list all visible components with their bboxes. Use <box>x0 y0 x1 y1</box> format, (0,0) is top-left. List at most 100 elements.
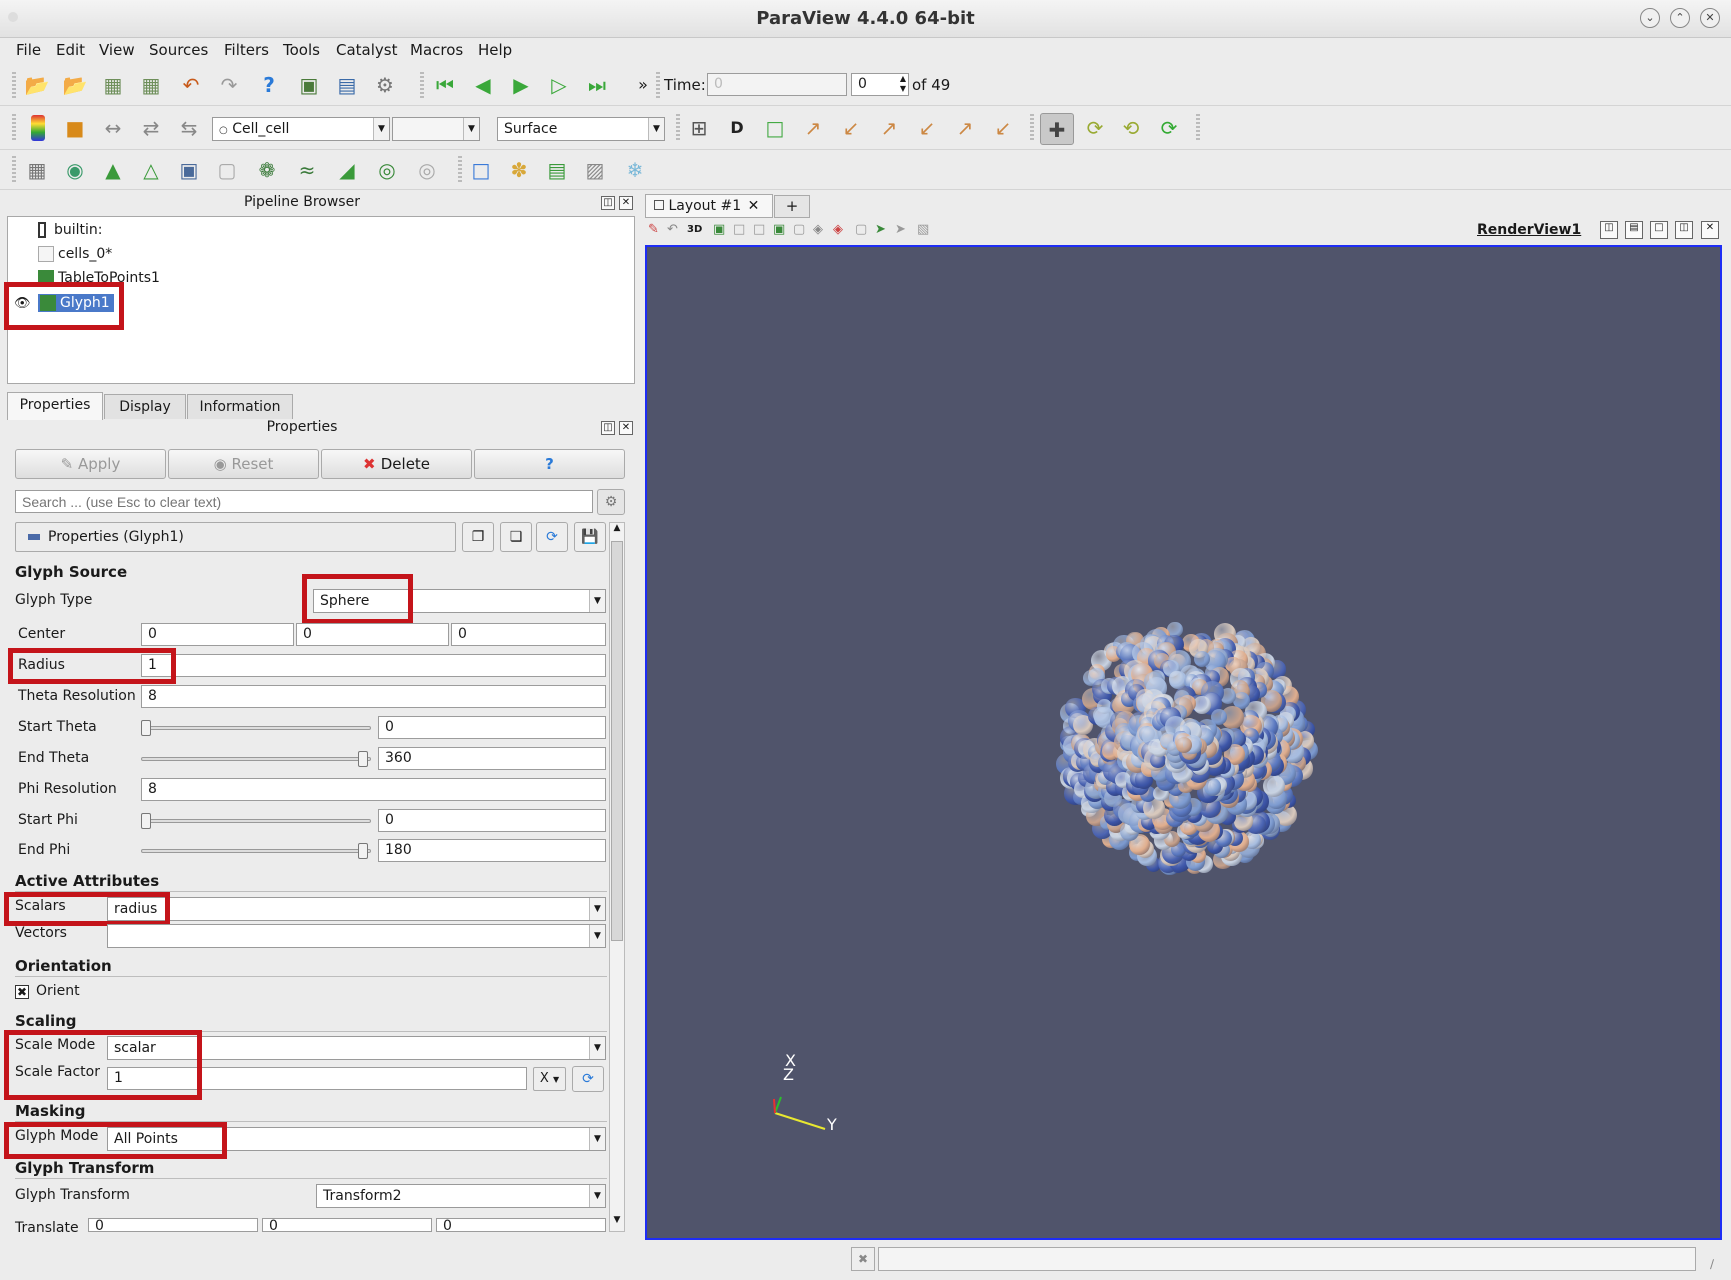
view-minus-z-icon[interactable]: ↙ <box>990 115 1016 141</box>
rotate-minus-90-icon[interactable]: ⟲ <box>1118 115 1144 141</box>
extract-level-icon[interactable]: ◎ <box>414 157 440 183</box>
end-phi-slider-handle[interactable] <box>358 843 368 859</box>
theta-resolution-field[interactable]: 8 <box>141 685 606 708</box>
close-tab-icon[interactable]: ✕ <box>748 198 760 214</box>
calculator-icon[interactable]: ▦ <box>24 157 50 183</box>
next-frame-icon[interactable]: ▷ <box>546 72 572 98</box>
center-z-field[interactable]: 0 <box>451 623 606 646</box>
menu-sources[interactable]: Sources <box>149 41 208 59</box>
split-vertical-icon[interactable]: ▤ <box>1625 221 1643 239</box>
scalars-combo[interactable]: radius ▼ <box>107 897 606 921</box>
menu-file[interactable]: File <box>16 41 41 59</box>
toolbar-grip[interactable] <box>420 72 424 98</box>
end-theta-field[interactable]: 360 <box>378 747 606 770</box>
threshold-icon[interactable]: ▣ <box>176 157 202 183</box>
scrollbar-thumb[interactable] <box>611 541 623 941</box>
glyph-mode-combo[interactable]: All Points ▼ <box>107 1127 606 1151</box>
toolbar-grip[interactable] <box>1030 114 1034 142</box>
hover-points-icon[interactable]: ➤ <box>875 222 886 237</box>
undock-view-icon[interactable]: ◫ <box>1675 221 1693 239</box>
menu-tools[interactable]: Tools <box>283 41 320 59</box>
clip-icon[interactable]: ▲ <box>100 157 126 183</box>
stream-tracer-icon[interactable]: ≈ <box>294 157 320 183</box>
rotate-plus-90-icon[interactable]: ⟳ <box>1082 115 1108 141</box>
view-plus-x-icon[interactable]: ↗ <box>800 115 826 141</box>
rescale-visible-icon[interactable]: ⇆ <box>176 115 202 141</box>
toolbar-grip[interactable] <box>12 156 16 184</box>
extract-subset-icon[interactable]: ▢ <box>214 157 240 183</box>
split-horizontal-icon[interactable]: ◫ <box>1600 221 1618 239</box>
redo-icon[interactable]: ↷ <box>216 72 242 98</box>
center-y-field[interactable]: 0 <box>296 623 449 646</box>
select-cells-icon[interactable]: □ <box>468 157 494 183</box>
hover-cells-icon[interactable]: ➤ <box>895 222 906 237</box>
save-data-icon[interactable]: ▦ <box>100 72 126 98</box>
reset-scale-factor-icon[interactable]: ⟳ <box>572 1066 604 1092</box>
clear-selection-icon[interactable]: ▧ <box>917 222 929 237</box>
scroll-up-icon[interactable]: ▲ <box>610 523 624 539</box>
close-view-icon[interactable]: ✕ <box>1701 221 1719 239</box>
start-phi-field[interactable]: 0 <box>378 809 606 832</box>
glyph-icon[interactable]: ❁ <box>254 157 280 183</box>
end-theta-slider[interactable] <box>141 757 371 761</box>
glyph-transform-combo[interactable]: Transform2 ▼ <box>316 1184 606 1208</box>
scale-mode-combo[interactable]: scalar ▼ <box>107 1036 606 1060</box>
first-frame-icon[interactable]: ⏮ <box>432 72 458 98</box>
tab-layout-1[interactable]: Layout #1 ✕ <box>645 194 773 218</box>
plot-data-icon[interactable]: ▨ <box>582 157 608 183</box>
menu-help[interactable]: Help <box>478 41 512 59</box>
select-surface-points-icon[interactable]: □ <box>753 222 765 237</box>
gear-icon[interactable]: ⚙ <box>597 489 625 515</box>
connect-icon[interactable]: ▣ <box>296 72 322 98</box>
rescale-range-icon[interactable]: ↔ <box>100 115 126 141</box>
mode-3d-button[interactable]: 3D <box>687 224 702 235</box>
end-phi-field[interactable]: 180 <box>378 839 606 862</box>
end-phi-slider[interactable] <box>141 849 371 853</box>
select-surface-cells-icon[interactable]: □ <box>733 222 745 237</box>
toolbar-grip[interactable] <box>676 114 680 142</box>
render-view-name[interactable]: RenderView1 <box>1477 222 1581 238</box>
contour-icon[interactable]: ◉ <box>62 157 88 183</box>
play-icon[interactable]: ▶ <box>508 72 534 98</box>
undock-icon[interactable]: ◫ <box>601 196 615 210</box>
close-icon[interactable]: ✕ <box>619 421 633 435</box>
representation-combo[interactable]: Surface ▼ <box>497 117 665 141</box>
last-frame-icon[interactable]: ⏭ <box>584 72 610 98</box>
interactive-select-icon[interactable]: ▢ <box>855 222 867 237</box>
undo-icon[interactable]: ↶ <box>178 72 204 98</box>
search-input[interactable] <box>15 490 593 513</box>
reset-button[interactable]: ◉ Reset <box>168 449 319 479</box>
time-step-spinbox[interactable]: 0 ▲ ▼ <box>851 73 909 96</box>
group-datasets-icon[interactable]: ◎ <box>374 157 400 183</box>
delete-button[interactable]: ✖ Delete <box>321 449 472 479</box>
translate-y-field[interactable]: 0 <box>262 1218 432 1232</box>
maximize-view-icon[interactable]: □ <box>1650 221 1668 239</box>
translate-x-field[interactable]: 0 <box>88 1218 258 1232</box>
start-theta-slider-handle[interactable] <box>141 720 151 736</box>
resize-grip-icon[interactable]: ∕ <box>1710 1257 1714 1271</box>
start-phi-slider[interactable] <box>141 819 371 823</box>
menu-edit[interactable]: Edit <box>56 41 85 59</box>
radius-field[interactable]: 1 <box>141 654 606 677</box>
maximize-button[interactable]: ⌃ <box>1670 8 1690 28</box>
menu-view[interactable]: View <box>99 41 135 59</box>
start-phi-slider-handle[interactable] <box>141 813 151 829</box>
copy-icon[interactable]: ❐ <box>462 522 494 552</box>
zoom-to-data-icon[interactable]: D <box>724 115 750 141</box>
restore-defaults-icon[interactable]: ⟳ <box>536 522 568 552</box>
slice-icon[interactable]: △ <box>138 157 164 183</box>
phi-resolution-field[interactable]: 8 <box>141 778 606 801</box>
time-field[interactable]: 0 <box>707 73 847 96</box>
scale-factor-field[interactable]: 1 <box>107 1067 527 1090</box>
show-orientation-axes-icon[interactable]: ✚ <box>1040 113 1074 145</box>
orient-checkbox[interactable]: ✖ <box>15 985 29 999</box>
open-icon[interactable]: 📂 <box>24 72 50 98</box>
snowflake-icon[interactable]: ❄ <box>622 157 648 183</box>
pipeline-item-builtin[interactable]: builtin: <box>38 222 103 238</box>
capture-screenshot-icon[interactable]: ▣ <box>713 222 725 237</box>
toolbar-grip[interactable] <box>656 72 660 98</box>
translate-z-field[interactable]: 0 <box>436 1218 606 1232</box>
menu-catalyst[interactable]: Catalyst <box>336 41 397 59</box>
minimize-button[interactable]: ⌄ <box>1640 8 1660 28</box>
disconnect-icon[interactable]: ▤ <box>334 72 360 98</box>
